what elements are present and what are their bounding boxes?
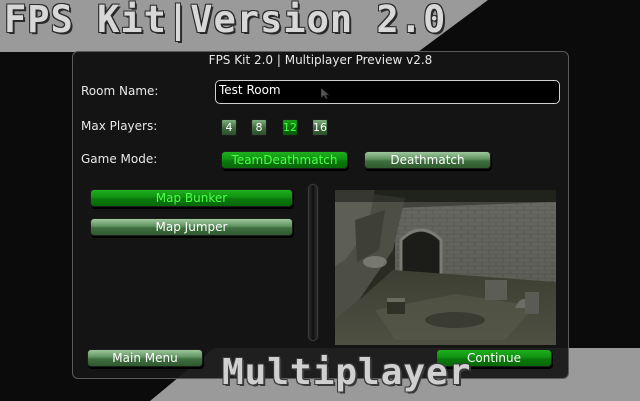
map-list-scrollbar[interactable]	[307, 183, 319, 342]
footer-title: Multiplayer	[222, 352, 472, 393]
max-players-12-button[interactable]: 12	[282, 119, 298, 136]
scrollbar-thumb[interactable]	[309, 185, 317, 340]
max-players-label: Max Players:	[81, 119, 158, 133]
main-menu-button[interactable]: Main Menu	[87, 349, 203, 367]
max-players-8-button[interactable]: 8	[251, 119, 267, 136]
map-bunker-button[interactable]: Map Bunker	[90, 189, 293, 207]
mouse-cursor-icon	[321, 88, 330, 100]
max-players-4-button[interactable]: 4	[221, 119, 237, 136]
map-jumper-button[interactable]: Map Jumper	[90, 218, 293, 236]
deathmatch-button[interactable]: Deathmatch	[364, 151, 491, 169]
room-name-input[interactable]: Test Room	[215, 80, 560, 104]
max-players-16-button[interactable]: 16	[312, 119, 328, 136]
room-name-label: Room Name:	[81, 84, 159, 98]
multiplayer-window: FPS Kit 2.0 | Multiplayer Preview v2.8 R…	[72, 51, 569, 379]
game-mode-label: Game Mode:	[81, 152, 158, 166]
map-preview-image	[335, 190, 556, 345]
header-title: FPS Kit|Version 2.0	[4, 0, 447, 41]
team-deathmatch-button[interactable]: TeamDeathmatch	[221, 151, 348, 169]
window-title: FPS Kit 2.0 | Multiplayer Preview v2.8	[208, 53, 433, 67]
